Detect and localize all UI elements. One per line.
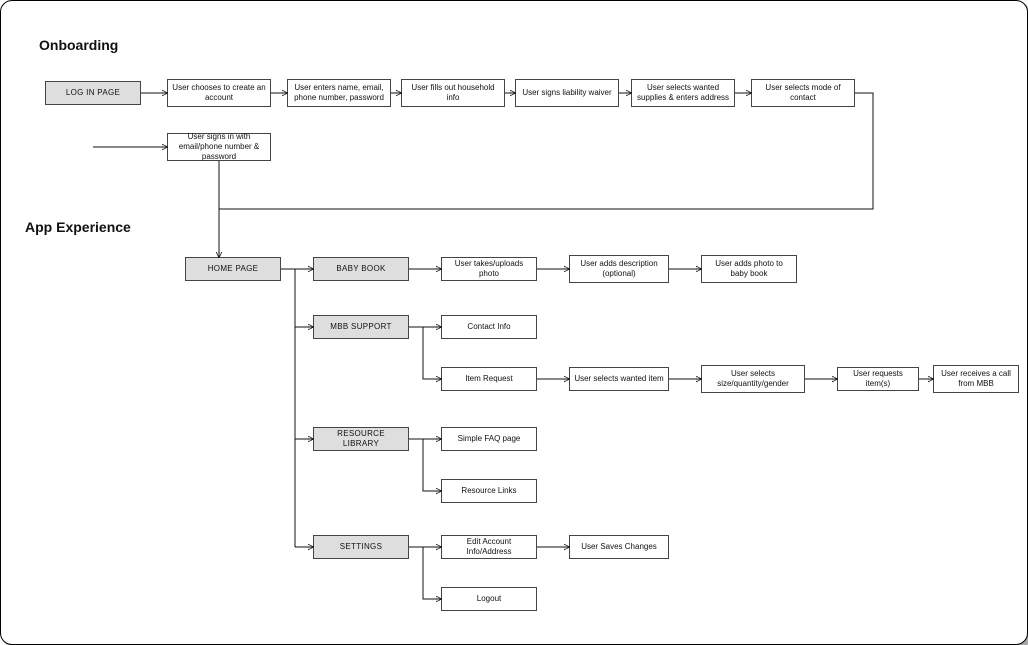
node-enter-details: User enters name, email, phone number, p…	[287, 79, 391, 107]
node-select-item: User selects wanted item	[569, 367, 669, 391]
node-resource-links: Resource Links	[441, 479, 537, 503]
node-mode-of-contact: User selects mode of contact	[751, 79, 855, 107]
node-edit-account: Edit Account Info/Address	[441, 535, 537, 559]
node-logout: Logout	[441, 587, 537, 611]
node-faq: Simple FAQ page	[441, 427, 537, 451]
node-signin: User signs in with email/phone number & …	[167, 133, 271, 161]
node-login-page: LOG IN PAGE	[45, 81, 141, 105]
node-baby-book: BABY BOOK	[313, 257, 409, 281]
node-add-description: User adds description (optional)	[569, 255, 669, 283]
node-household-info: User fills out household info	[401, 79, 505, 107]
node-save-changes: User Saves Changes	[569, 535, 669, 559]
node-contact-info: Contact Info	[441, 315, 537, 339]
node-item-request: Item Request	[441, 367, 537, 391]
node-select-sqg: User selects size/quantity/gender	[701, 365, 805, 393]
node-request-items: User requests item(s)	[837, 367, 919, 391]
node-mbb-support: MBB SUPPORT	[313, 315, 409, 339]
diagram-panel: Onboarding App Experience LOG IN PAGE Us…	[0, 0, 1028, 645]
node-add-to-book: User adds photo to baby book	[701, 255, 797, 283]
node-call-mbb: User receives a call from MBB	[933, 365, 1019, 393]
node-liability-waiver: User signs liability waiver	[515, 79, 619, 107]
node-settings: SETTINGS	[313, 535, 409, 559]
node-home-page: HOME PAGE	[185, 257, 281, 281]
node-supplies-address: User selects wanted supplies & enters ad…	[631, 79, 735, 107]
node-create-account: User chooses to create an account	[167, 79, 271, 107]
node-resource-library: RESOURCE LIBRARY	[313, 427, 409, 451]
node-take-photo: User takes/uploads photo	[441, 257, 537, 281]
section-title-onboarding: Onboarding	[39, 37, 118, 53]
section-title-app-experience: App Experience	[25, 219, 131, 235]
